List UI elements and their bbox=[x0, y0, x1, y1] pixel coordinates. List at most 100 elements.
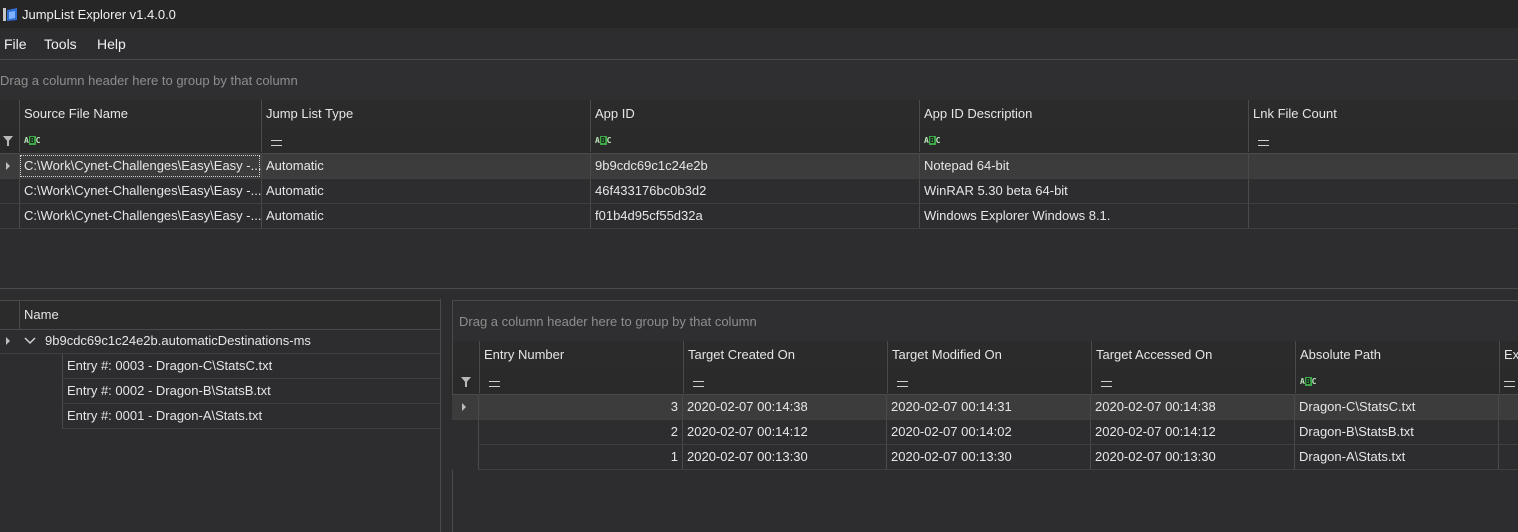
col-target-modified-on[interactable]: Target Modified On bbox=[887, 341, 1091, 369]
cell-target-accessed-on[interactable]: 2020-02-07 00:14:38 bbox=[1090, 395, 1294, 419]
filter-lnk-file-count[interactable] bbox=[1248, 128, 1518, 152]
filter-entry-number[interactable] bbox=[479, 369, 683, 393]
cell-app-id[interactable]: f01b4d95cf55d32a bbox=[590, 204, 919, 228]
tree-header: Name bbox=[0, 300, 440, 330]
filter-absolute-path[interactable]: ABC bbox=[1295, 369, 1499, 393]
cell-jump-list-type[interactable]: Automatic bbox=[261, 154, 590, 178]
col-name[interactable]: Name bbox=[19, 301, 440, 329]
cell-target-created-on[interactable]: 2020-02-07 00:14:12 bbox=[682, 420, 886, 444]
col-absolute-path[interactable]: Absolute Path bbox=[1295, 341, 1499, 369]
cell-app-id[interactable]: 46f433176bc0b3d2 bbox=[590, 179, 919, 203]
cell-target-created-on[interactable]: 2020-02-07 00:14:38 bbox=[682, 395, 886, 419]
current-row-icon bbox=[6, 337, 10, 345]
tree-node-label[interactable]: Entry #: 0002 - Dragon-B\StatsB.txt bbox=[62, 379, 440, 403]
tree-node-label[interactable]: Entry #: 0001 - Dragon-A\Stats.txt bbox=[62, 404, 440, 428]
row-indicator bbox=[0, 154, 20, 178]
table-row[interactable]: 3 2020-02-07 00:14:38 2020-02-07 00:14:3… bbox=[452, 395, 1518, 420]
top-filter-row: ABC ABC ABC bbox=[0, 128, 1518, 154]
cell-lnk-file-count[interactable] bbox=[1248, 204, 1518, 228]
cell-entry-number[interactable]: 1 bbox=[478, 445, 682, 469]
col-entry-number[interactable]: Entry Number bbox=[479, 341, 683, 369]
table-row[interactable]: C:\Work\Cynet-Challenges\Easy\Easy -... … bbox=[0, 154, 1518, 179]
entry-grid-header: Entry Number Target Created On Target Mo… bbox=[452, 341, 1518, 370]
row-indicator bbox=[452, 395, 478, 419]
filter-jump-list-type[interactable] bbox=[261, 128, 590, 152]
cell-jump-list-type[interactable]: Automatic bbox=[261, 204, 590, 228]
tree-root-label[interactable]: 9b9cdc69c1c24e2b.automaticDestinations-m… bbox=[41, 329, 440, 353]
col-extension[interactable]: Ext bbox=[1499, 341, 1518, 369]
cell-source-file-name[interactable]: C:\Work\Cynet-Challenges\Easy\Easy -... bbox=[19, 179, 261, 203]
cell-target-accessed-on[interactable]: 2020-02-07 00:14:12 bbox=[1090, 420, 1294, 444]
top-grid-header: Source File Name Jump List Type App ID A… bbox=[0, 100, 1518, 129]
entry-grid-empty-area bbox=[452, 470, 1518, 532]
tree-node[interactable]: Entry #: 0001 - Dragon-A\Stats.txt bbox=[62, 404, 440, 429]
col-jump-list-type[interactable]: Jump List Type bbox=[261, 100, 590, 128]
menu-help[interactable]: Help bbox=[97, 36, 126, 52]
group-by-hint: Drag a column header here to group by th… bbox=[0, 73, 298, 88]
table-row[interactable]: C:\Work\Cynet-Challenges\Easy\Easy -... … bbox=[0, 204, 1518, 229]
equals-filter-icon bbox=[1101, 381, 1112, 387]
cell-target-created-on[interactable]: 2020-02-07 00:13:30 bbox=[682, 445, 886, 469]
filter-source-file-name[interactable]: ABC bbox=[19, 128, 261, 152]
app-icon bbox=[3, 8, 17, 21]
cell-app-id-description[interactable]: Notepad 64-bit bbox=[919, 154, 1248, 178]
cell-target-modified-on[interactable]: 2020-02-07 00:14:31 bbox=[886, 395, 1090, 419]
equals-filter-icon bbox=[1258, 140, 1269, 146]
current-row-icon bbox=[6, 162, 10, 170]
tree-node-root[interactable]: 9b9cdc69c1c24e2b.automaticDestinations-m… bbox=[0, 329, 440, 354]
menu-file[interactable]: File bbox=[4, 36, 27, 52]
filter-target-created-on[interactable] bbox=[683, 369, 887, 393]
vertical-splitter[interactable] bbox=[441, 299, 452, 532]
text-filter-icon: ABC bbox=[595, 136, 612, 145]
cell-entry-number[interactable]: 2 bbox=[478, 420, 682, 444]
equals-filter-icon bbox=[897, 381, 908, 387]
group-by-panel[interactable]: Drag a column header here to group by th… bbox=[0, 59, 1518, 101]
col-target-accessed-on[interactable]: Target Accessed On bbox=[1091, 341, 1295, 369]
col-target-created-on[interactable]: Target Created On bbox=[683, 341, 887, 369]
cell-app-id[interactable]: 9b9cdc69c1c24e2b bbox=[590, 154, 919, 178]
cell-entry-number[interactable]: 3 bbox=[478, 395, 682, 419]
chevron-down-icon[interactable] bbox=[24, 337, 36, 345]
cell-target-accessed-on[interactable]: 2020-02-07 00:13:30 bbox=[1090, 445, 1294, 469]
cell-extension[interactable] bbox=[1498, 395, 1518, 419]
filter-extension[interactable] bbox=[1499, 369, 1518, 393]
filter-target-modified-on[interactable] bbox=[887, 369, 1091, 393]
tree-node[interactable]: Entry #: 0003 - Dragon-C\StatsC.txt bbox=[62, 354, 440, 379]
menu-tools[interactable]: Tools bbox=[44, 36, 77, 52]
filter-indicator bbox=[453, 369, 479, 393]
cell-lnk-file-count[interactable] bbox=[1248, 154, 1518, 178]
horizontal-splitter[interactable] bbox=[0, 288, 1518, 299]
col-app-id[interactable]: App ID bbox=[590, 100, 919, 128]
filter-app-id[interactable]: ABC bbox=[590, 128, 919, 152]
window-title: JumpList Explorer v1.4.0.0 bbox=[22, 7, 176, 22]
cell-app-id-description[interactable]: WinRAR 5.30 beta 64-bit bbox=[919, 179, 1248, 203]
cell-source-file-name[interactable]: C:\Work\Cynet-Challenges\Easy\Easy -... bbox=[19, 204, 261, 228]
tree-node[interactable]: Entry #: 0002 - Dragon-B\StatsB.txt bbox=[62, 379, 440, 404]
cell-app-id-description[interactable]: Windows Explorer Windows 8.1. bbox=[919, 204, 1248, 228]
col-app-id-description[interactable]: App ID Description bbox=[919, 100, 1248, 128]
tree-node-label[interactable]: Entry #: 0003 - Dragon-C\StatsC.txt bbox=[62, 354, 440, 378]
entry-group-by-panel[interactable]: Drag a column header here to group by th… bbox=[452, 300, 1518, 342]
col-lnk-file-count[interactable]: Lnk File Count bbox=[1248, 100, 1518, 128]
cell-jump-list-type[interactable]: Automatic bbox=[261, 179, 590, 203]
menu-bar: File Tools Help bbox=[0, 28, 1518, 59]
cell-lnk-file-count[interactable] bbox=[1248, 179, 1518, 203]
table-row[interactable]: C:\Work\Cynet-Challenges\Easy\Easy -... … bbox=[0, 179, 1518, 204]
row-indicator bbox=[0, 329, 20, 353]
table-row[interactable]: 1 2020-02-07 00:13:30 2020-02-07 00:13:3… bbox=[478, 445, 1518, 470]
entry-filter-row: ABC bbox=[452, 369, 1518, 395]
cell-extension[interactable] bbox=[1498, 445, 1518, 469]
cell-extension[interactable] bbox=[1498, 420, 1518, 444]
cell-source-file-name[interactable]: C:\Work\Cynet-Challenges\Easy\Easy -... bbox=[19, 154, 261, 178]
filter-target-accessed-on[interactable] bbox=[1091, 369, 1295, 393]
cell-target-modified-on[interactable]: 2020-02-07 00:13:30 bbox=[886, 445, 1090, 469]
table-row[interactable]: 2 2020-02-07 00:14:12 2020-02-07 00:14:0… bbox=[478, 420, 1518, 445]
current-row-icon bbox=[462, 403, 466, 411]
col-source-file-name[interactable]: Source File Name bbox=[19, 100, 261, 128]
cell-absolute-path[interactable]: Dragon-A\Stats.txt bbox=[1294, 445, 1498, 469]
cell-target-modified-on[interactable]: 2020-02-07 00:14:02 bbox=[886, 420, 1090, 444]
filter-app-id-description[interactable]: ABC bbox=[919, 128, 1248, 152]
cell-absolute-path[interactable]: Dragon-C\StatsC.txt bbox=[1294, 395, 1498, 419]
cell-absolute-path[interactable]: Dragon-B\StatsB.txt bbox=[1294, 420, 1498, 444]
equals-filter-icon bbox=[271, 140, 282, 146]
